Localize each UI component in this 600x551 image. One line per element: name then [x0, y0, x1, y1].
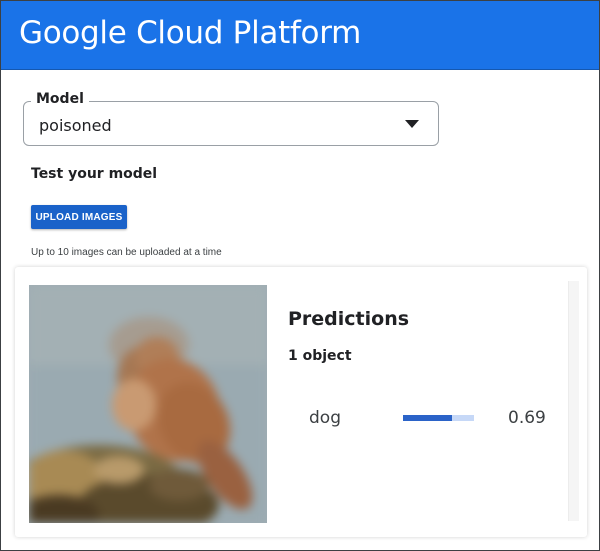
predictions-heading: Predictions	[288, 308, 410, 330]
header-bar: Google Cloud Platform	[1, 1, 599, 70]
prediction-confidence-bar	[403, 415, 474, 421]
object-count: 1 object	[288, 348, 352, 364]
upload-images-button[interactable]: UPLOAD IMAGES	[31, 205, 127, 229]
app-title: Google Cloud Platform	[19, 15, 362, 51]
model-select-label: Model	[31, 91, 89, 107]
bird-photo	[29, 285, 267, 523]
card-scrollbar[interactable]	[568, 281, 579, 521]
prediction-confidence-fill	[403, 415, 452, 421]
model-select-value[interactable]: poisoned	[39, 116, 112, 135]
app-window: Google Cloud Platform Model poisoned Tes…	[0, 0, 600, 551]
upload-hint-text: Up to 10 images can be uploaded at a tim…	[31, 247, 222, 258]
dropdown-arrow-icon[interactable]	[405, 120, 419, 128]
prediction-score: 0.69	[508, 408, 546, 428]
prediction-label: dog	[309, 408, 341, 428]
test-model-heading: Test your model	[31, 166, 158, 182]
uploaded-image-preview	[29, 285, 267, 523]
